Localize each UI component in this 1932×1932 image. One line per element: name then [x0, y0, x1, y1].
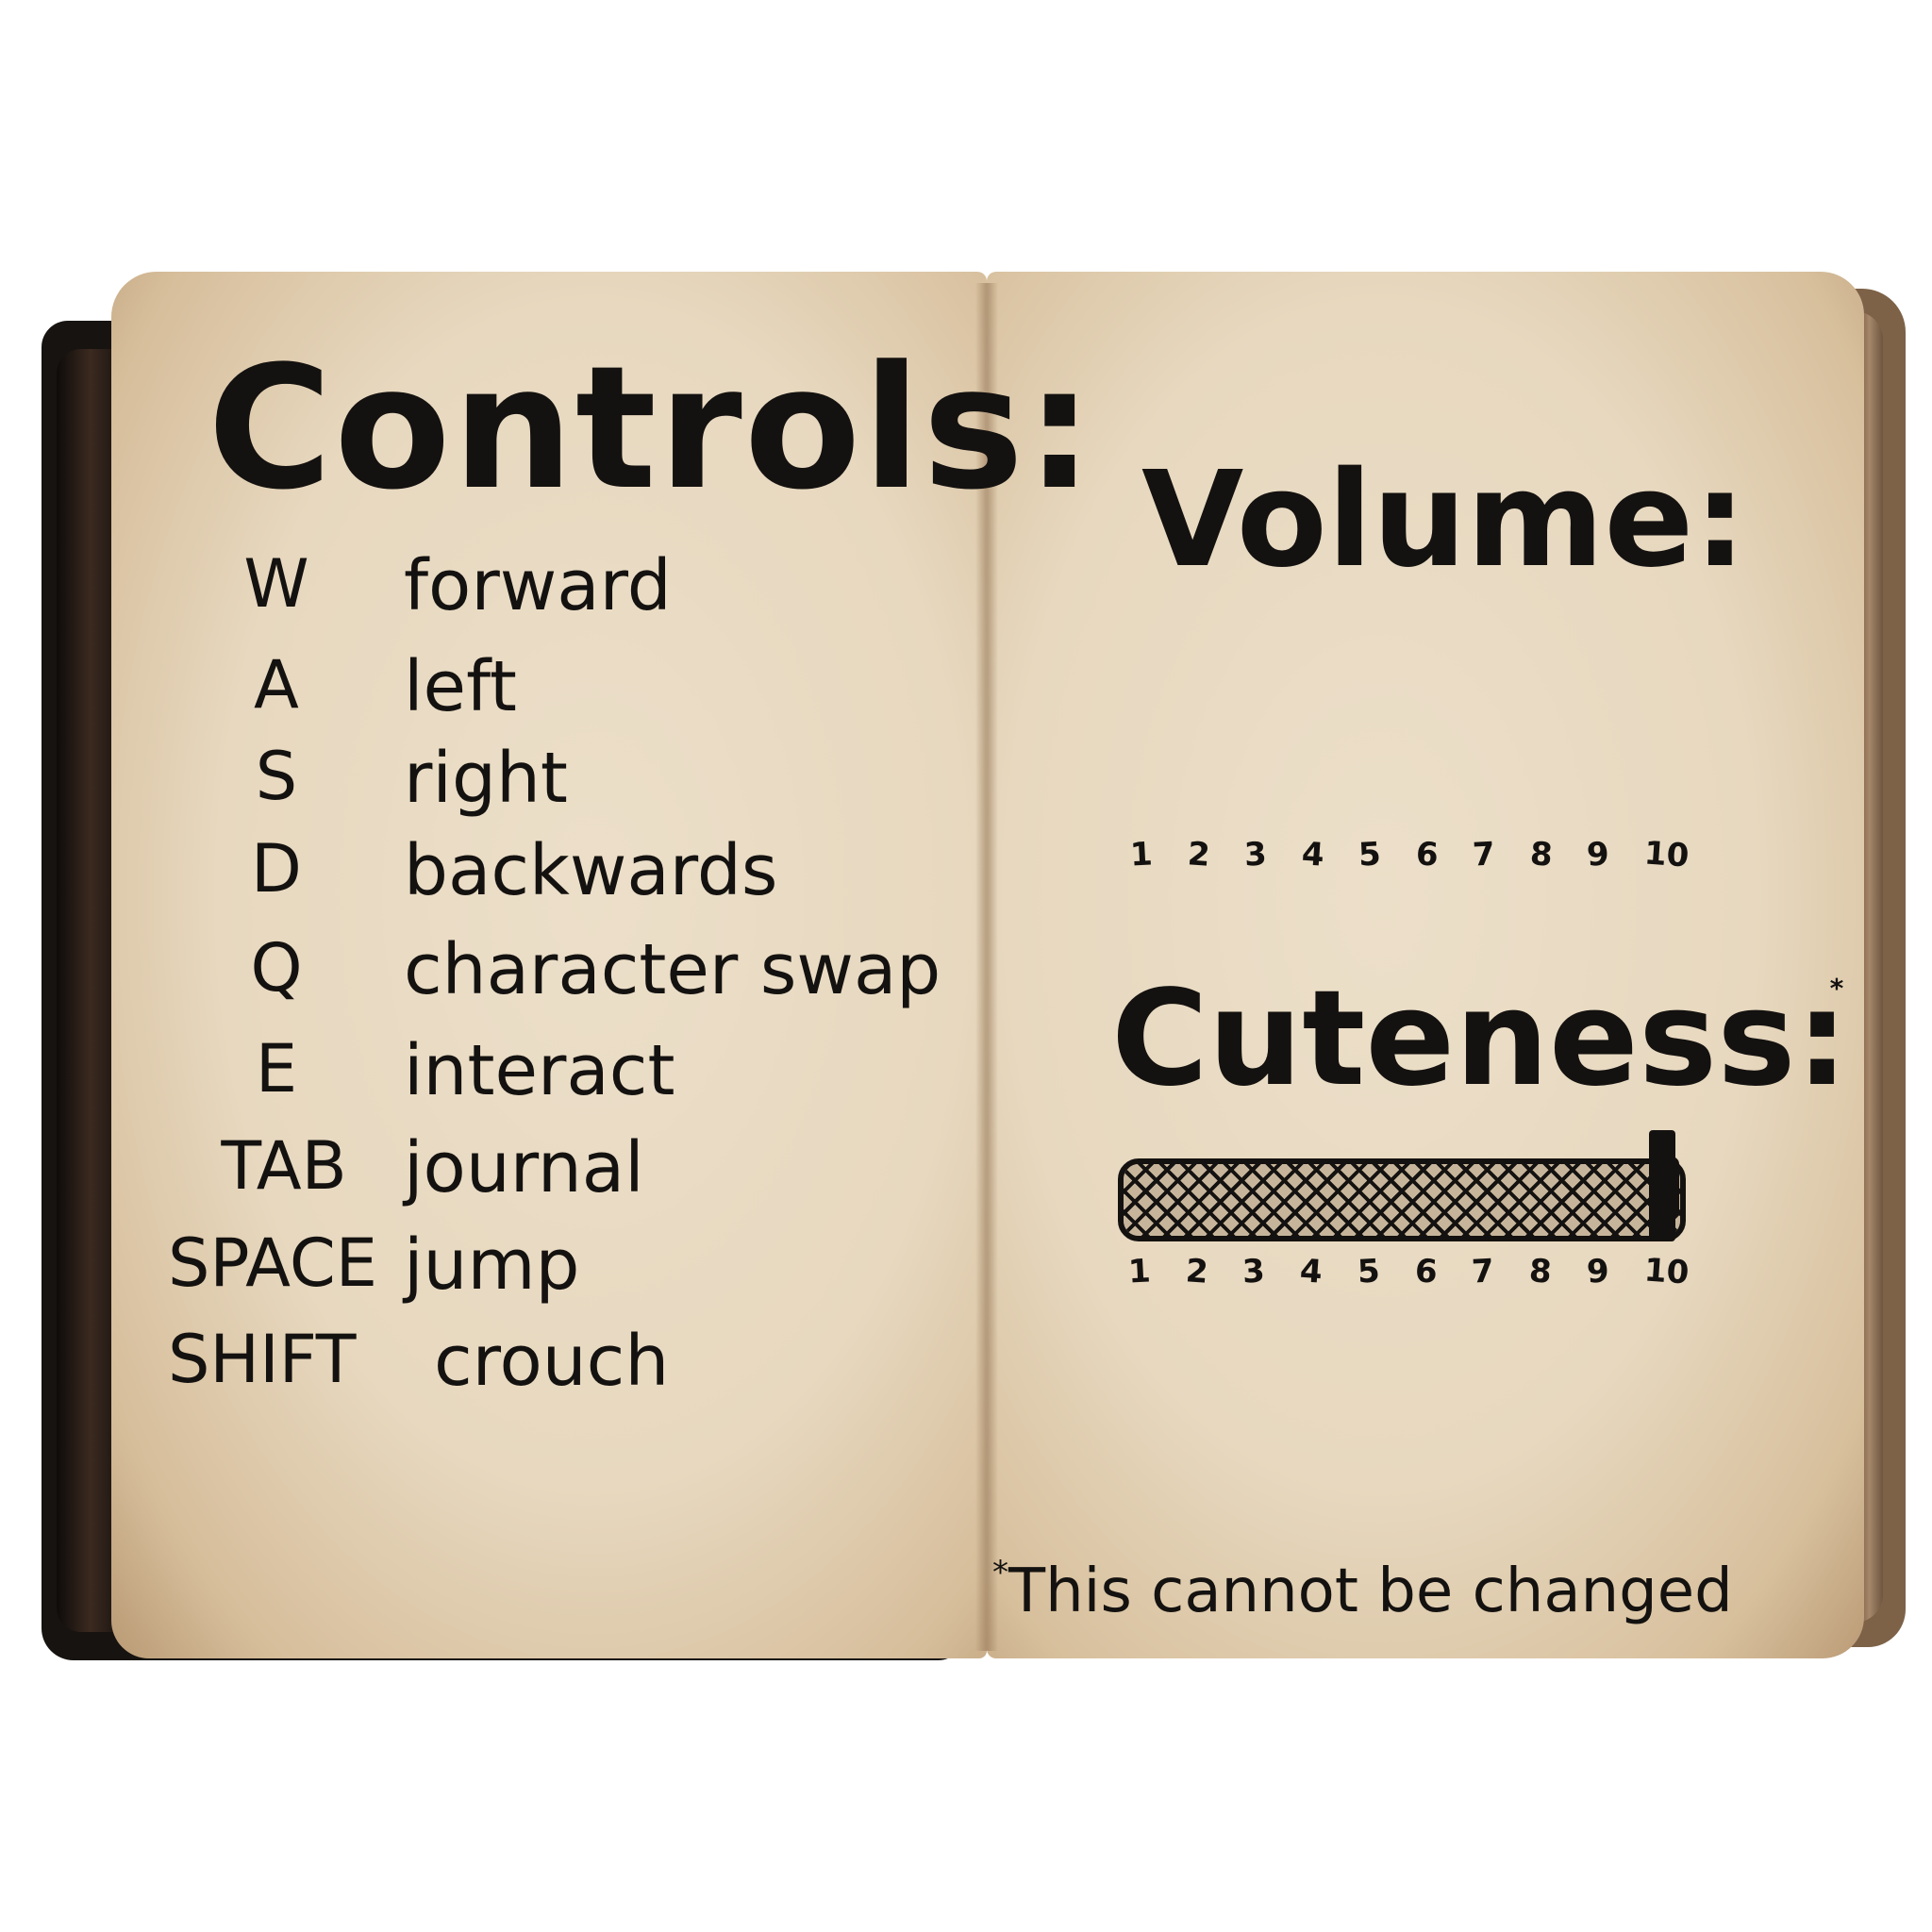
control-key: W	[243, 545, 309, 623]
controls-title: Controls:	[208, 330, 1096, 527]
control-row: Einteract	[0, 1030, 875, 1124]
cuteness-scale-label: 6	[1413, 1252, 1439, 1291]
control-key: SHIFT	[168, 1321, 357, 1398]
volume-slider[interactable]: 1 2 3 4 5 6 7 8 9 10	[1128, 834, 1690, 875]
control-action: character swap	[404, 929, 941, 1010]
volume-scale-label: 6	[1414, 835, 1440, 874]
control-action: journal	[404, 1127, 644, 1208]
cuteness-scale-label: 2	[1184, 1252, 1209, 1291]
cuteness-title: Cuteness:*	[1111, 962, 1862, 1116]
control-row: SPACE jump	[0, 1224, 875, 1319]
volume-scale-label: 1	[1128, 835, 1154, 874]
cuteness-scale-label: 4	[1298, 1252, 1324, 1291]
cuteness-title-text: Cuteness:	[1111, 962, 1849, 1116]
control-row: SHIFT crouch	[0, 1321, 875, 1415]
volume-scale-label: 4	[1300, 835, 1325, 874]
control-key: Q	[250, 929, 303, 1007]
volume-scale-label: 8	[1528, 835, 1554, 874]
footnote-asterisk: *	[992, 1554, 1008, 1591]
control-row: TAB journal	[0, 1127, 875, 1222]
footnote: *This cannot be changed	[992, 1554, 1733, 1626]
control-action: forward	[404, 545, 672, 626]
control-action: interact	[404, 1030, 675, 1111]
control-action: right	[404, 738, 568, 819]
volume-scale-label: 3	[1243, 835, 1268, 874]
cuteness-slider-cap	[1666, 1157, 1679, 1217]
volume-scale-label: 10	[1642, 834, 1690, 875]
volume-scale-label: 5	[1357, 835, 1382, 874]
cuteness-scale-label: 7	[1471, 1252, 1496, 1291]
cuteness-scale-label: 3	[1241, 1252, 1267, 1291]
control-key: A	[254, 646, 299, 724]
control-key: D	[251, 830, 302, 908]
cuteness-scale-label: 1	[1126, 1252, 1152, 1291]
control-row: Wforward	[0, 545, 875, 640]
volume-scale-label: 2	[1186, 835, 1211, 874]
control-action: backwards	[404, 830, 778, 911]
control-action: jump	[404, 1224, 580, 1306]
control-key: S	[255, 738, 298, 815]
cuteness-asterisk: *	[1829, 973, 1844, 1004]
control-action: left	[404, 646, 517, 727]
cuteness-scale-label: 10	[1642, 1251, 1690, 1292]
control-row: Aleft	[0, 646, 875, 741]
volume-title: Volume:	[1141, 443, 1747, 597]
cuteness-scale-label: 5	[1356, 1252, 1381, 1291]
control-row: Sright	[0, 738, 875, 832]
cuteness-slider-fill	[1124, 1164, 1680, 1236]
control-key: E	[255, 1030, 298, 1108]
cuteness-slider-track[interactable]	[1118, 1158, 1686, 1241]
control-key: TAB	[221, 1127, 347, 1205]
control-action: crouch	[434, 1321, 670, 1402]
control-key: SPACE	[168, 1224, 377, 1302]
cuteness-scale-label: 8	[1527, 1252, 1554, 1291]
cuteness-scale-label: 9	[1585, 1252, 1610, 1291]
cuteness-scale: 1 2 3 4 5 6 7 8 9 10	[1126, 1251, 1690, 1292]
volume-scale-label: 9	[1586, 835, 1610, 874]
journal-book: Controls: Wforward Aleft Sright Dbackwards Q…	[0, 0, 1932, 1932]
control-row: Dbackwards	[0, 830, 875, 924]
footnote-text: This cannot be changed	[1008, 1557, 1733, 1626]
control-row: Qcharacter swap	[0, 929, 941, 1024]
volume-scale-label: 7	[1472, 835, 1496, 874]
